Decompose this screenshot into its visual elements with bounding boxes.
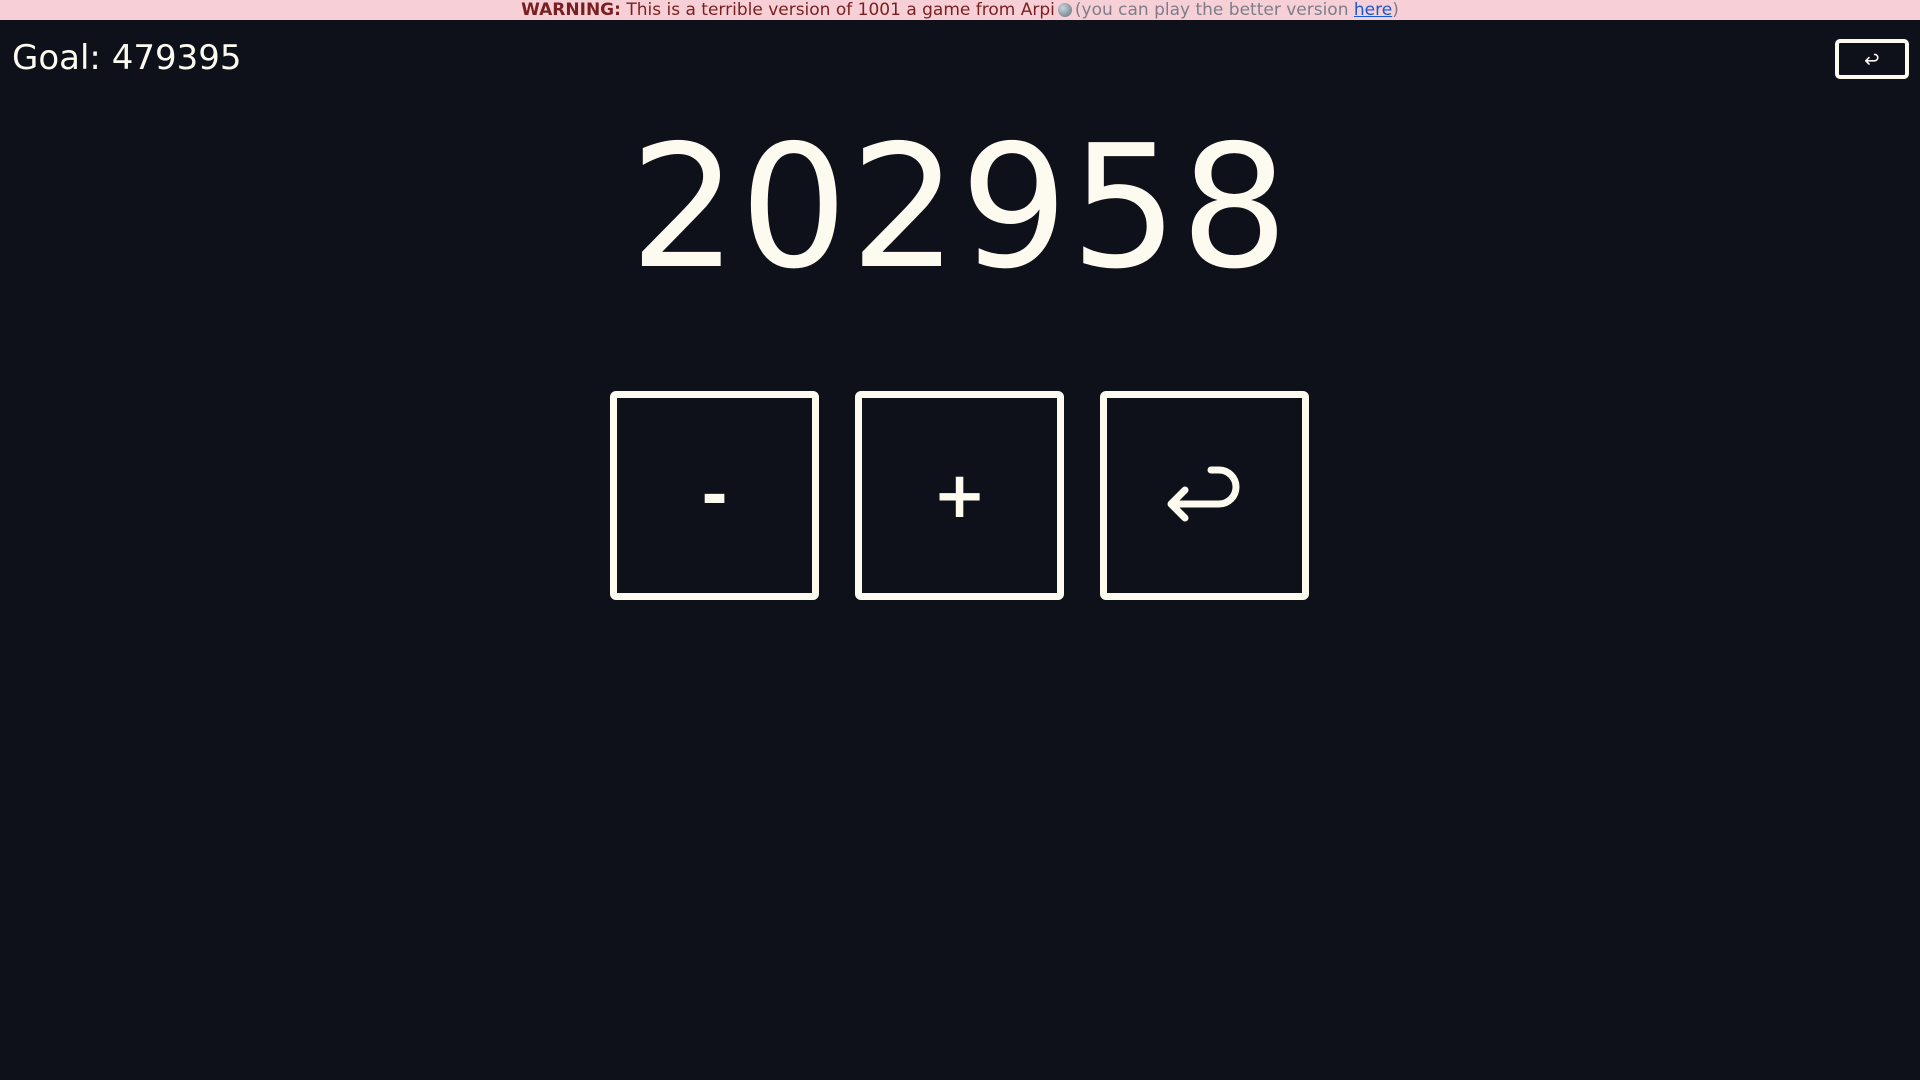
goal-label: Goal: — [12, 38, 101, 78]
better-version-link[interactable]: here — [1354, 0, 1392, 20]
minus-button[interactable]: - — [610, 391, 819, 600]
minus-label: - — [701, 458, 728, 533]
goal-display: Goal: 479395 — [12, 38, 242, 78]
plus-label: + — [932, 458, 987, 533]
warning-text: This is a terrible version of 1001 a gam… — [626, 0, 1055, 20]
controls-row: - + — [610, 391, 1309, 600]
enter-arrow-icon — [1167, 466, 1239, 521]
warning-banner: WARNING: This is a terrible version of 1… — [0, 0, 1920, 20]
warning-aside-prefix: (you can play the better version — [1074, 0, 1354, 20]
enter-button[interactable] — [1100, 391, 1309, 600]
current-number: 202958 — [629, 109, 1291, 307]
return-arrow-icon — [1865, 53, 1879, 65]
globe-icon — [1057, 3, 1072, 17]
warning-label: WARNING: — [521, 0, 621, 20]
undo-button[interactable] — [1835, 39, 1909, 79]
warning-aside-suffix: ) — [1392, 0, 1399, 20]
plus-button[interactable]: + — [855, 391, 1064, 600]
goal-value: 479395 — [111, 38, 242, 78]
